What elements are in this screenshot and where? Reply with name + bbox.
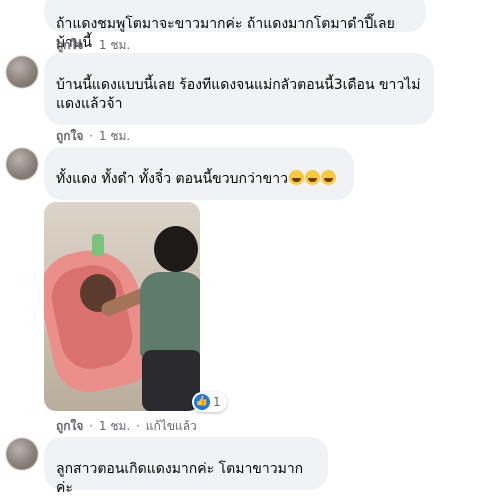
bottle — [92, 234, 104, 256]
reaction-count: 1 — [213, 395, 221, 409]
comment-time[interactable]: 1 ชม. — [99, 419, 130, 433]
comment-actions: ถูกใจ · 1 ชม. · แก้ไขแล้ว — [56, 417, 197, 436]
reaction-summary[interactable]: 👍 1 — [192, 392, 227, 412]
comment-bubble: ทั้งแดง ทั้งดำ ทั้งจิ๋ว ตอนนี้ขวบกว่าขาว — [44, 147, 354, 200]
comment-text: ทั้งแดง ทั้งดำ ทั้งจิ๋ว ตอนนี้ขวบกว่าขาว — [56, 170, 342, 189]
separator: · — [89, 129, 94, 143]
comment-text-line-1: บ้านนี้แดงแบบนี้เลย ร้องทีแดงจนแม่กลัวตอ… — [56, 77, 421, 93]
comment-actions: ถูกใจ · 1 ชม. — [56, 127, 130, 146]
comment-author[interactable] — [56, 0, 414, 15]
laughing-emoji-icon — [288, 170, 304, 185]
separator: · — [89, 419, 94, 433]
separator: · — [89, 38, 94, 52]
comment-bubble: ลูกสาวตอนเกิดแดงมากค่ะ โตมาขาวมากค่ะ — [44, 437, 328, 496]
like-button[interactable]: ถูกใจ — [56, 419, 83, 433]
laughing-emoji-icon — [320, 170, 336, 185]
separator: · — [136, 419, 140, 433]
avatar[interactable] — [6, 56, 38, 88]
person-body — [140, 272, 200, 358]
avatar[interactable] — [6, 438, 38, 470]
comment-text-body: ทั้งแดง ทั้งดำ ทั้งจิ๋ว ตอนนี้ขวบกว่าขาว — [56, 171, 288, 187]
comment-time[interactable]: 1 ชม. — [99, 38, 130, 52]
like-button[interactable]: ถูกใจ — [56, 38, 83, 52]
like-button[interactable]: ถูกใจ — [56, 129, 83, 143]
comment-author[interactable] — [56, 444, 316, 460]
attached-photo[interactable] — [44, 202, 200, 411]
laughing-emoji-icon — [304, 170, 320, 185]
avatar[interactable] — [6, 148, 38, 180]
comment-bubble: บ้านนี้แดงแบบนี้เลย ร้องทีแดงจนแม่กลัวตอ… — [44, 53, 434, 125]
comment-author[interactable] — [56, 154, 342, 170]
edited-label[interactable]: แก้ไขแล้ว — [146, 419, 197, 433]
comment-text: ลูกสาวตอนเกิดแดงมากค่ะ โตมาขาวมากค่ะ — [56, 461, 304, 496]
comment-time[interactable]: 1 ชม. — [99, 129, 130, 143]
person-head — [154, 226, 198, 272]
comment-bubble: ถ้าแดงชมพูโตมาจะขาวมากค่ะ ถ้าแดงมากโตมาด… — [44, 0, 426, 51]
like-icon: 👍 — [194, 394, 210, 410]
comment-text-line-2: แดงแล้วจ้า — [56, 96, 123, 112]
comment-author[interactable] — [56, 60, 422, 76]
